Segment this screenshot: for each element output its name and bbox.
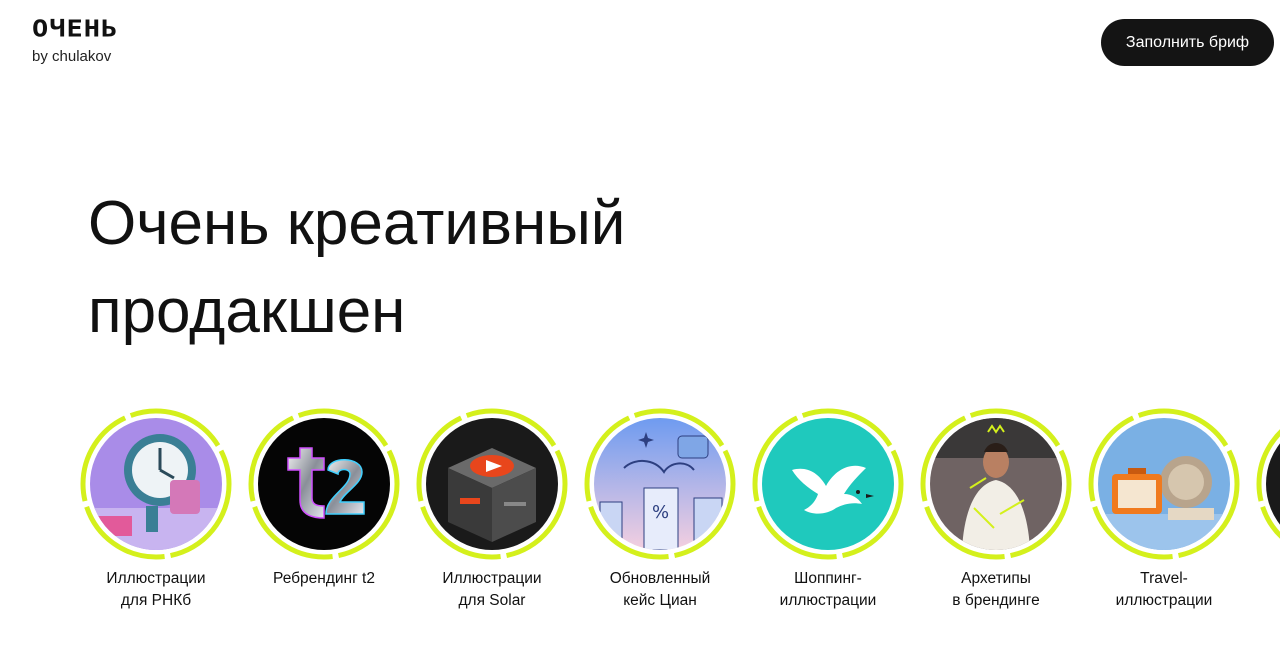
clock-illustration-icon [90,418,222,550]
city-percent-illustration-icon: % [594,418,726,550]
fill-brief-button[interactable]: Заполнить бриф [1101,19,1274,66]
story-caption-line1: Архетипы [961,570,1031,587]
story-ring [416,408,568,560]
story-caption-line2: для РНКб [120,592,192,609]
svg-text:%: % [652,502,669,523]
story-caption: Шоппинг- иллюстрации [746,568,910,612]
story-caption-line1: Обновленный [609,570,711,587]
logo-wordmark: ОЧЕНЬ [32,16,119,43]
story-caption-line1: Иллюстрации [106,570,206,587]
bird-illustration-icon [762,418,894,550]
story-caption: Иллюстрации для Solar [410,568,574,612]
story-caption: Ребрендинг t2 [242,568,406,590]
story-ring [1088,408,1240,560]
story-caption: Иллюстрации для РНКб [80,568,238,612]
story-ring [80,408,232,560]
story-caption-line2: в брендинге [952,592,1040,609]
story-ring [248,408,400,560]
story-caption: Архетипы в брендинге [914,568,1078,612]
story-caption: Travel- иллюстрации [1082,568,1246,612]
logo[interactable]: ОЧЕНЬ by chulakov [32,18,118,65]
story-caption-line2: кейс Циан [623,592,697,609]
story-ring [752,408,904,560]
story-ring: % [584,408,736,560]
story-caption-line1: Ребрендинг t2 [273,570,375,587]
story-ring [1256,408,1280,560]
stories-carousel[interactable]: Иллюстрации для РНКб Ребрендинг t2 Иллюс… [80,408,1280,646]
story-caption-line2: для Solar [458,592,526,609]
story-caption-line1: Travel- [1140,570,1188,587]
hero-headline-line2: продакшен [88,277,406,346]
story-caption-line2: иллюстрации [1115,592,1213,609]
logo-subtitle: by chulakov [32,48,112,65]
story-caption-line2: иллюстрации [779,592,877,609]
person-photo-icon [930,418,1062,550]
play-box-illustration-icon [426,418,558,550]
hero-headline: Очень креативный продакшен [88,180,808,356]
story-caption: Обновленный кейс Циан [578,568,742,612]
hero-headline-line1: Очень креативный [88,189,626,258]
suitcase-illustration-icon [1098,418,1230,550]
story-caption-line1: Иллюстрации [442,570,542,587]
story-caption-line1: Шоппинг- [794,570,862,587]
story-ring [920,408,1072,560]
t2-logo-icon [258,418,390,550]
